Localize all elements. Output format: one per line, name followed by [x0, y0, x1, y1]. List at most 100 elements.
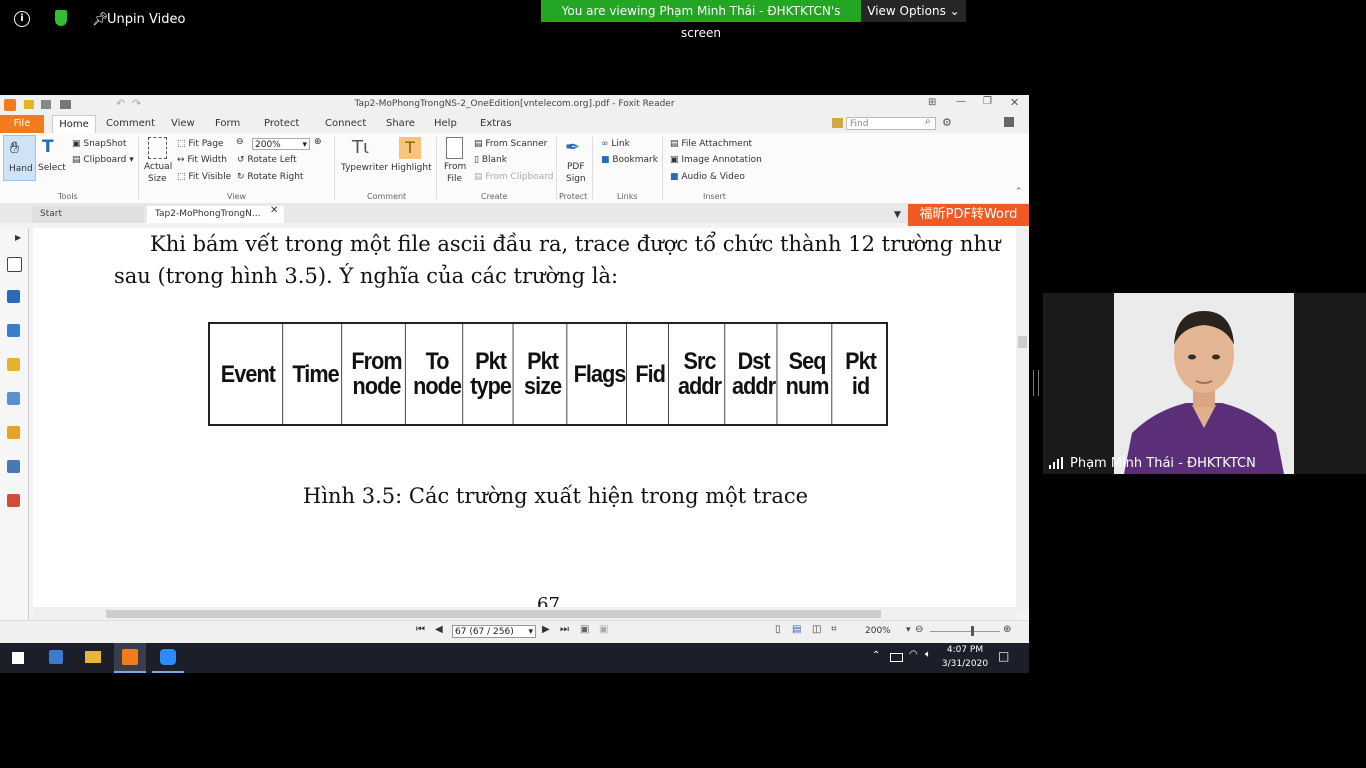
search-icon[interactable]: ⌕: [925, 116, 931, 127]
ribbon-options-icon[interactable]: ⊞: [928, 97, 936, 108]
page-number-input[interactable]: 67 (67 / 256) ▾: [452, 625, 536, 638]
tab-form[interactable]: Form: [215, 118, 240, 129]
comments-icon[interactable]: [7, 358, 20, 371]
zoom-out-icon[interactable]: ⊖: [915, 624, 923, 635]
rotate-left-button[interactable]: ↺ Rotate Left: [237, 155, 297, 165]
tab-view[interactable]: View: [171, 118, 195, 129]
audio-video-button[interactable]: ■ Audio & Video: [670, 172, 745, 182]
taskbar-clock-time[interactable]: 4:07 PM: [945, 645, 985, 655]
zoom-slider[interactable]: [930, 631, 1000, 632]
tab-extras[interactable]: Extras: [480, 118, 512, 129]
zoom-dropdown-icon[interactable]: ▾: [906, 625, 911, 635]
next-view-icon[interactable]: ▣: [599, 624, 608, 635]
first-page-icon[interactable]: ⏮: [416, 624, 425, 635]
fit-width-button[interactable]: ↔ Fit Width: [177, 155, 227, 165]
status-zoom[interactable]: 200%: [865, 626, 891, 636]
rotate-left-label: Rotate Left: [247, 155, 297, 165]
foxit-taskbar-button[interactable]: [114, 643, 146, 673]
search-folder-icon[interactable]: [832, 118, 843, 128]
pdf-sign-button[interactable]: ✒ PDF Sign: [561, 135, 587, 191]
last-page-icon[interactable]: ⏭: [560, 624, 569, 635]
tab-comment[interactable]: Comment: [106, 118, 155, 129]
attachments-icon[interactable]: [7, 392, 20, 405]
fit-page-button[interactable]: ⬚ Fit Page: [177, 139, 224, 149]
tab-share[interactable]: Share: [386, 118, 415, 129]
single-page-icon[interactable]: ▯: [775, 624, 781, 635]
typewriter-button[interactable]: Tɩ Typewriter: [340, 135, 388, 185]
signature-icon[interactable]: [7, 494, 20, 507]
highlight-button[interactable]: T Highlight: [390, 135, 432, 185]
store-icon[interactable]: [49, 650, 63, 664]
next-page-icon[interactable]: ▶: [542, 624, 550, 635]
zoom-in-icon[interactable]: ⊕: [1003, 624, 1011, 635]
encryption-shield-icon[interactable]: [55, 10, 67, 26]
panel-resize-handle[interactable]: [1033, 370, 1039, 396]
minimize-icon[interactable]: —: [956, 96, 966, 107]
snapshot-button[interactable]: ▣ SnapShot: [72, 139, 126, 149]
select-tool-button[interactable]: T Select: [38, 135, 66, 185]
expand-panel-icon[interactable]: ▶: [15, 233, 21, 242]
collapse-ribbon-icon[interactable]: ⌃: [1015, 187, 1023, 197]
zoom-slider-handle[interactable]: [971, 626, 974, 636]
continuous-page-icon[interactable]: ▤: [792, 624, 801, 635]
facing-page-icon[interactable]: ◫: [812, 624, 821, 635]
view-options-button[interactable]: View Options ⌄: [861, 0, 966, 22]
show-hidden-icons-icon[interactable]: ⌃: [872, 650, 880, 661]
horizontal-scroll-thumb[interactable]: [106, 610, 881, 618]
windows-start-icon[interactable]: [12, 652, 24, 664]
fit-visible-button[interactable]: ⬚ Fit Visible: [177, 172, 231, 182]
previous-view-icon[interactable]: ▣: [580, 624, 589, 635]
previous-page-icon[interactable]: ◀: [435, 624, 443, 635]
file-attachment-button[interactable]: ▤ File Attachment: [670, 139, 752, 149]
clipboard-button[interactable]: ▤ Clipboard ▾: [72, 155, 134, 165]
find-input[interactable]: Find: [846, 117, 936, 130]
close-window-icon[interactable]: ✕: [1010, 96, 1019, 109]
continuous-facing-icon[interactable]: ⌗: [831, 624, 837, 635]
close-tab-icon[interactable]: ✕: [270, 205, 278, 216]
document-view[interactable]: Khi bám vết trong một file ascii đầu ra,…: [33, 228, 1016, 610]
tab-protect[interactable]: Protect: [264, 118, 299, 129]
tab-home[interactable]: Home: [52, 115, 96, 134]
file-explorer-icon[interactable]: [85, 651, 101, 663]
image-annotation-button[interactable]: ▣ Image Annotation: [670, 155, 762, 165]
bookmark-button[interactable]: ■ Bookmark: [601, 155, 658, 165]
zoom-taskbar-button[interactable]: [152, 643, 184, 673]
vertical-scrollbar[interactable]: [1016, 228, 1029, 610]
unpin-video-button[interactable]: Unpin Video: [107, 12, 185, 27]
page-thumbnails-icon[interactable]: [7, 257, 22, 272]
vertical-scroll-thumb[interactable]: [1018, 336, 1027, 348]
notification-icon[interactable]: □: [998, 649, 1009, 663]
from-clipboard-button[interactable]: ▤ From Clipboard: [474, 172, 554, 182]
hand-tool-button[interactable]: ✋︎ Hand: [3, 135, 36, 181]
zoom-out-icon[interactable]: ⊖: [236, 137, 244, 147]
tab-help[interactable]: Help: [434, 118, 457, 129]
tab-start[interactable]: Start: [32, 206, 144, 223]
zoom-select[interactable]: 200% ▾: [252, 138, 310, 150]
tab-list-dropdown-icon[interactable]: ▼: [894, 210, 901, 220]
pages-icon[interactable]: [7, 290, 20, 303]
volume-icon[interactable]: 🔈︎: [925, 649, 931, 660]
search-tool-icon[interactable]: [7, 460, 20, 473]
wifi-icon[interactable]: ◠: [909, 649, 918, 660]
pdf-to-word-ad-banner[interactable]: 福昕PDF转Word: [908, 204, 1029, 226]
rotate-right-button[interactable]: ↻ Rotate Right: [237, 172, 303, 182]
create-from-file-button[interactable]: From File: [441, 135, 467, 191]
actual-size-button[interactable]: Actual Size: [144, 135, 172, 191]
fit-visible-icon: ⬚: [177, 172, 189, 182]
tab-document[interactable]: Tap2-MoPhongTrongN...: [147, 206, 284, 223]
restore-icon[interactable]: ❐: [983, 96, 992, 107]
gear-icon[interactable]: ⚙: [942, 116, 952, 129]
link-button[interactable]: ∞ Link: [601, 139, 630, 149]
blank-button[interactable]: ▯ Blank: [474, 155, 507, 165]
info-icon[interactable]: i: [14, 11, 30, 27]
security-lock-icon[interactable]: [7, 426, 20, 439]
battery-icon[interactable]: [890, 653, 903, 662]
taskbar-clock-date[interactable]: 3/31/2020: [941, 659, 989, 669]
tab-file[interactable]: File: [0, 115, 44, 133]
from-scanner-button[interactable]: ▤ From Scanner: [474, 139, 547, 149]
group-divider: [592, 137, 593, 199]
layers-icon[interactable]: [7, 324, 20, 337]
user-icon[interactable]: [1004, 117, 1014, 127]
zoom-in-icon[interactable]: ⊕: [314, 137, 322, 147]
tab-connect[interactable]: Connect: [325, 118, 366, 129]
